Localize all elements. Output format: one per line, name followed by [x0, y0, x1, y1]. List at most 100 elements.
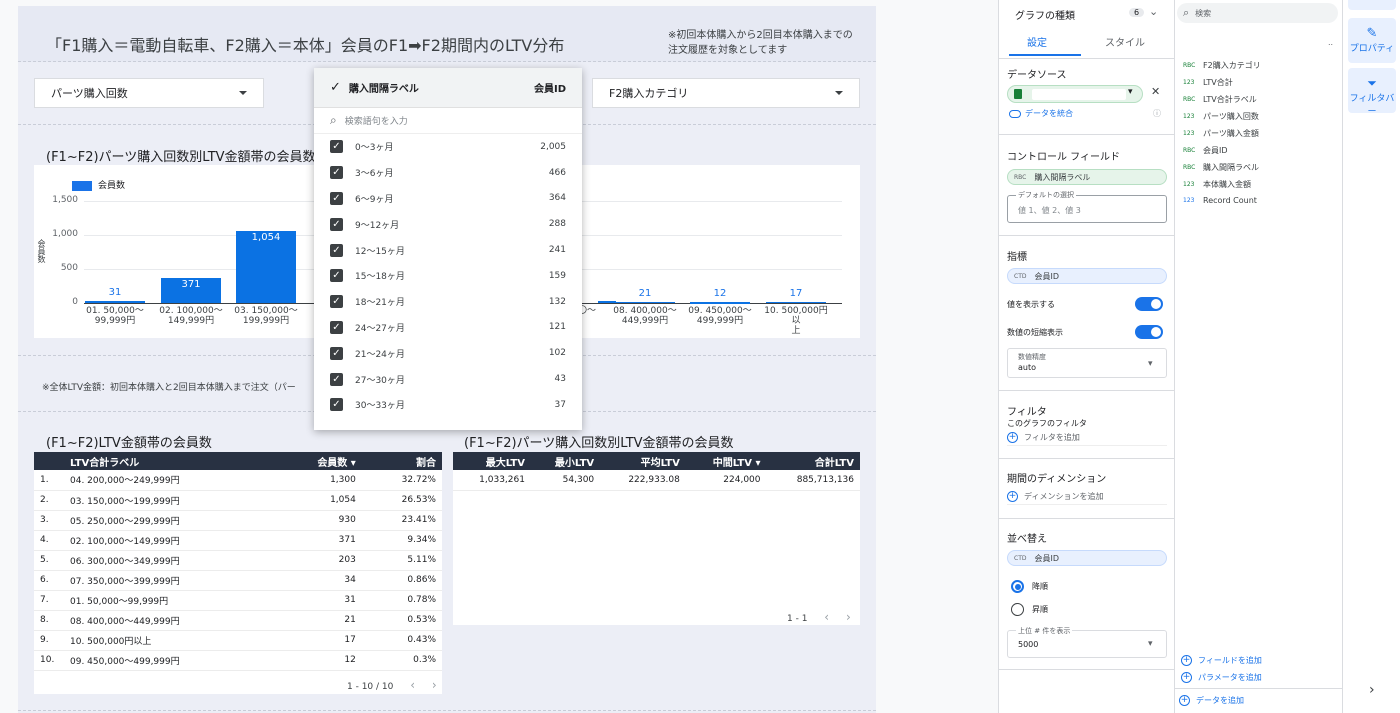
col-min-ltv[interactable]: 最小LTV [530, 452, 601, 470]
checkbox-checked-icon[interactable]: ✓ [330, 372, 343, 386]
field-item[interactable]: RBC 会員ID [1183, 145, 1228, 156]
control-parts-count[interactable]: パーツ購入回数 [34, 78, 264, 108]
field-search-input[interactable]: 検索 [1195, 8, 1211, 19]
bar[interactable] [85, 300, 145, 303]
blend-data-link[interactable]: データを統合 [1009, 108, 1073, 119]
checkbox-checked-icon[interactable]: ✓ [330, 140, 343, 154]
filter-icon: ⏷ [1367, 76, 1377, 90]
properties-button[interactable]: ✎ プロパティ [1348, 18, 1396, 63]
close-icon[interactable]: ✕ [1151, 85, 1160, 98]
add-filter-button[interactable]: + フィルタを追加 [1007, 430, 1167, 446]
dropdown-option[interactable]: ✓ 15〜18ヶ月 159 [314, 263, 582, 289]
more-icon[interactable]: .. [1328, 38, 1333, 47]
add-field-button[interactable]: + フィールドを追加 [1181, 652, 1341, 668]
tab-setup[interactable]: 設定 [1027, 34, 1047, 49]
dropdown-option[interactable]: ✓ 30〜33ヶ月 37 [314, 392, 582, 418]
checkbox-checked-icon[interactable]: ✓ [330, 398, 343, 412]
col-avg-ltv[interactable]: 平均LTV [600, 452, 686, 470]
bar[interactable] [598, 301, 616, 303]
field-label: パーツ購入回数 [1203, 112, 1259, 121]
rail-button-top[interactable] [1348, 0, 1396, 10]
chevron-down-icon[interactable]: ⌄ [1149, 5, 1158, 18]
chart-type-label[interactable]: グラフの種類 [1015, 7, 1075, 22]
option-left: ✓ 12〜15ヶ月 [330, 243, 405, 257]
dropdown-option[interactable]: ✓ 3〜6ヶ月 466 [314, 160, 582, 186]
option-label: 0〜3ヶ月 [355, 143, 394, 154]
checkbox-checked-icon[interactable]: ✓ [330, 217, 343, 231]
add-dimension-button[interactable]: + ディメンションを追加 [1007, 489, 1167, 505]
control-field-label: コントロール フィールド [1007, 152, 1120, 163]
dropdown-option[interactable]: ✓ 21〜24ヶ月 102 [314, 340, 582, 366]
field-item[interactable]: RBC LTV合計ラベル [1183, 94, 1257, 105]
col-member-count[interactable]: 会員数 ▾ [274, 452, 362, 470]
field-item[interactable]: 123 パーツ購入金額 [1183, 128, 1259, 139]
bar[interactable] [766, 301, 826, 304]
precision-select[interactable]: 数値精度 auto ▾ [1007, 348, 1167, 378]
col-median-ltv[interactable]: 中間LTV ▾ [685, 452, 767, 470]
dropdown-option[interactable]: ✓ 24〜27ヶ月 121 [314, 315, 582, 341]
col-ratio[interactable]: 割合 [361, 452, 442, 470]
control-field-chip[interactable]: RBC 購入間隔ラベル [1007, 169, 1167, 185]
col-max-ltv[interactable]: 最大LTV [453, 452, 531, 470]
add-parameter-button[interactable]: + パラメータを追加 [1181, 669, 1341, 685]
default-selection-input[interactable]: デフォルトの選択 値 1、値 2、値 3 [1007, 190, 1167, 223]
field-item[interactable]: RBC F2購入カテゴリ [1183, 60, 1261, 71]
cell: 0.86% [361, 570, 442, 591]
field-item[interactable]: 123 Record Count [1183, 196, 1257, 205]
chevron-left-icon[interactable]: ‹ [824, 610, 829, 624]
sort-desc-radio[interactable]: 降順 [1011, 580, 1048, 593]
checkbox-checked-icon[interactable]: ✓ [330, 346, 343, 360]
sort-asc-radio[interactable]: 昇順 [1011, 603, 1048, 616]
field-item[interactable]: 123 パーツ購入回数 [1183, 111, 1259, 122]
cell: 07. 350,000〜399,999円 [64, 570, 275, 591]
purchase-interval-dropdown[interactable]: ✓ 購入間隔ラベル 会員ID ⌕ 検索語句を入力 ✓ 0〜3ヶ月 2,005 ✓ 3〜6… [314, 68, 582, 430]
checkbox-checked-icon[interactable]: ✓ [330, 269, 343, 283]
dropdown-option[interactable]: ✓ 27〜30ヶ月 43 [314, 366, 582, 392]
field-item[interactable]: 123 本体購入金額 [1183, 179, 1251, 190]
dropdown-search[interactable]: ⌕ 検索語句を入力 [314, 108, 582, 134]
chevron-right-icon[interactable]: › [432, 678, 437, 692]
col-ltv-label[interactable]: LTV合計ラベル [64, 452, 275, 470]
show-values-toggle[interactable] [1135, 297, 1163, 311]
checkbox-checked-icon[interactable]: ✓ [330, 320, 343, 334]
checkbox-checked-icon[interactable]: ✓ [330, 243, 343, 257]
add-data-button[interactable]: + データを追加 [1179, 692, 1339, 708]
cell: 885,713,136 [766, 470, 860, 491]
option-left: ✓ 9〜12ヶ月 [330, 217, 400, 231]
help-icon[interactable]: ⓘ [1153, 108, 1161, 119]
compact-numbers-toggle[interactable] [1135, 325, 1163, 339]
dropdown-search-input[interactable]: 検索語句を入力 [345, 114, 408, 127]
dropdown-option[interactable]: ✓ 18〜21ヶ月 132 [314, 289, 582, 315]
x-tick-line-2: 199,999円 [242, 316, 290, 326]
checkbox-checked-icon[interactable]: ✓ [330, 191, 343, 205]
checkbox-checked-icon[interactable]: ✓ [330, 295, 343, 309]
data-label: 21 [638, 287, 652, 299]
dropdown-option[interactable]: ✓ 0〜3ヶ月 2,005 [314, 134, 582, 160]
dropdown-option[interactable]: ✓ 9〜12ヶ月 288 [314, 211, 582, 237]
checkbox-checked-icon[interactable]: ✓ [330, 166, 343, 180]
field-item[interactable]: 123 LTV合計 [1183, 77, 1233, 88]
sort-chip[interactable]: CTD 会員ID [1007, 550, 1167, 566]
top-n-select[interactable]: 上位 # 件を表示 5000 ▾ [1007, 626, 1167, 658]
control-f2-category[interactable]: F2購入カテゴリ [592, 78, 860, 108]
col-total-ltv[interactable]: 合計LTV [766, 452, 860, 470]
datasource-chip[interactable]: ▾ [1007, 85, 1143, 103]
option-label: 9〜12ヶ月 [355, 220, 400, 231]
field-item[interactable]: RBC 購入間隔ラベル [1183, 162, 1259, 173]
chevron-right-icon[interactable]: › [1369, 682, 1375, 698]
dropdown-option[interactable]: ✓ 6〜9ヶ月 364 [314, 186, 582, 212]
dropdown-header[interactable]: ✓ 購入間隔ラベル 会員ID [314, 68, 582, 108]
bar[interactable] [615, 301, 675, 304]
x-tick-label: 09. 450,000〜 499,999円 [685, 306, 755, 326]
dropdown-option[interactable]: ✓ 12〜15ヶ月 241 [314, 237, 582, 263]
field-type-icon: RBC [1183, 62, 1196, 69]
chevron-left-icon[interactable]: ‹ [410, 678, 415, 692]
field-search[interactable]: ⌕ 検索 [1177, 3, 1338, 23]
cell: 6. [34, 570, 64, 591]
chevron-right-icon[interactable]: › [846, 610, 851, 624]
y-tick-label: 0 [72, 297, 78, 307]
tab-style[interactable]: スタイル [1105, 34, 1145, 49]
filter-bar-button[interactable]: ⏷ フィルタバー [1348, 68, 1396, 117]
bar[interactable] [690, 302, 750, 304]
metric-chip[interactable]: CTD 会員ID [1007, 268, 1167, 284]
